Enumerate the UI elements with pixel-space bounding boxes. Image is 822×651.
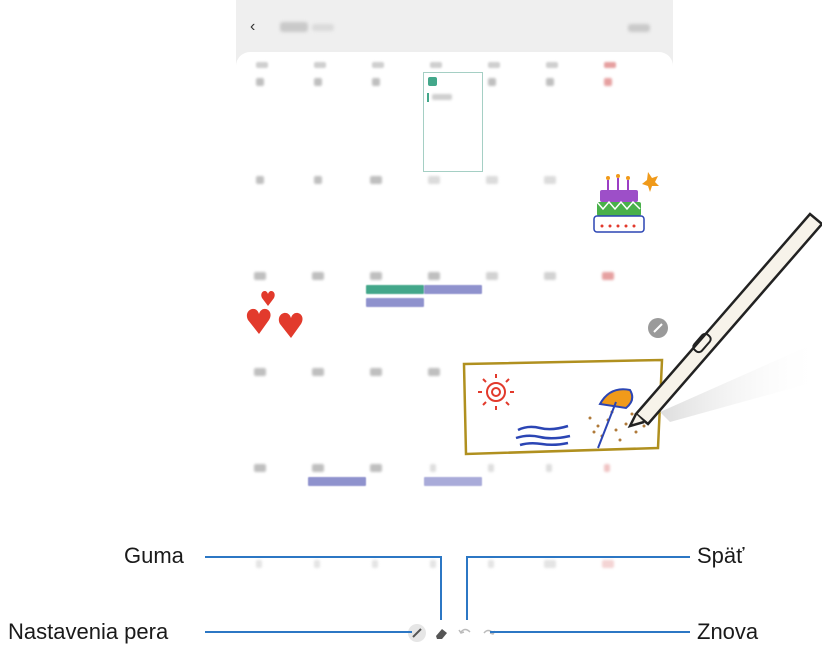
callout-line-undo [466,556,468,620]
eraser-label: Guma [124,543,184,568]
s-pen-stylus [627,212,822,428]
redo-label: Znova [697,619,759,644]
callout-line-redo [490,631,690,633]
redo-icon[interactable] [480,624,498,642]
undo-icon[interactable] [456,624,474,642]
callout-line-eraser [205,556,441,558]
pen-icon[interactable] [408,624,426,642]
callout-line-undo [466,556,690,558]
pen-settings-label: Nastavenia pera [8,619,169,644]
eraser-icon[interactable] [432,624,450,642]
pen-toolbar [236,615,673,651]
callout-line-eraser [440,556,442,620]
undo-label: Späť [697,543,745,568]
hearts-doodle [246,291,303,338]
callout-line-pen-settings [205,631,412,633]
